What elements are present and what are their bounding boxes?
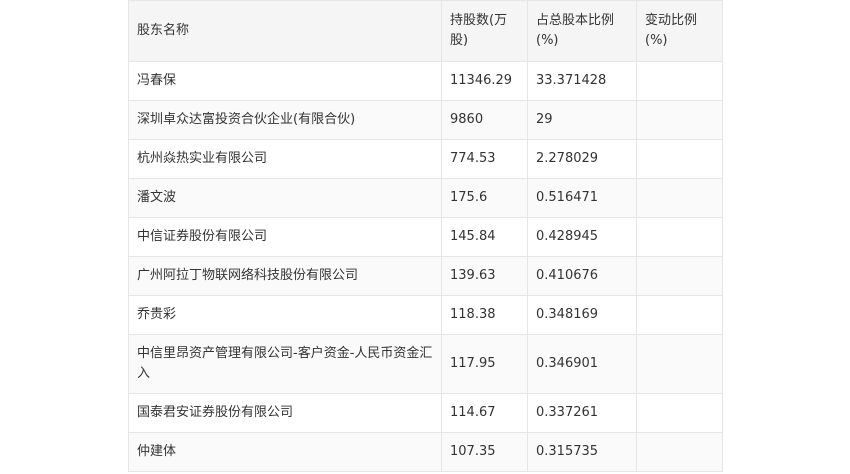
cell-shareholder-name: 国泰君安证券股份有限公司 bbox=[128, 393, 442, 433]
cell-ratio: 0.348169 bbox=[527, 295, 637, 335]
table-row: 潘文波 175.6 0.516471 bbox=[128, 178, 723, 218]
cell-ratio: 0.315735 bbox=[527, 432, 637, 472]
cell-shares: 175.6 bbox=[441, 178, 528, 218]
cell-change bbox=[636, 334, 723, 394]
cell-shareholder-name: 广州阿拉丁物联网络科技股份有限公司 bbox=[128, 256, 442, 296]
table-row: 杭州焱热实业有限公司 774.53 2.278029 bbox=[128, 139, 723, 179]
cell-shareholder-name: 仲建体 bbox=[128, 432, 442, 472]
cell-change bbox=[636, 139, 723, 179]
cell-shareholder-name: 深圳卓众达富投资合伙企业(有限合伙) bbox=[128, 100, 442, 140]
table-row: 国泰君安证券股份有限公司 114.67 0.337261 bbox=[128, 393, 723, 433]
shareholder-table: 股东名称 持股数(万股) 占总股本比例(%) 变动比例(%) 冯春保 11346… bbox=[128, 0, 723, 472]
cell-shareholder-name: 杭州焱热实业有限公司 bbox=[128, 139, 442, 179]
cell-change bbox=[636, 295, 723, 335]
header-change: 变动比例(%) bbox=[636, 0, 723, 62]
cell-shares: 139.63 bbox=[441, 256, 528, 296]
cell-shares: 117.95 bbox=[441, 334, 528, 394]
cell-ratio: 33.371428 bbox=[527, 61, 637, 101]
cell-ratio: 2.278029 bbox=[527, 139, 637, 179]
table-header-row: 股东名称 持股数(万股) 占总股本比例(%) 变动比例(%) bbox=[128, 0, 723, 62]
cell-ratio: 29 bbox=[527, 100, 637, 140]
cell-change bbox=[636, 100, 723, 140]
header-shares: 持股数(万股) bbox=[441, 0, 528, 62]
table-row: 乔贵彩 118.38 0.348169 bbox=[128, 295, 723, 335]
table-row: 深圳卓众达富投资合伙企业(有限合伙) 9860 29 bbox=[128, 100, 723, 140]
table-row: 中信证券股份有限公司 145.84 0.428945 bbox=[128, 217, 723, 257]
cell-shares: 11346.29 bbox=[441, 61, 528, 101]
cell-shareholder-name: 乔贵彩 bbox=[128, 295, 442, 335]
cell-shares: 774.53 bbox=[441, 139, 528, 179]
table-row: 冯春保 11346.29 33.371428 bbox=[128, 61, 723, 101]
table-row: 广州阿拉丁物联网络科技股份有限公司 139.63 0.410676 bbox=[128, 256, 723, 296]
cell-change bbox=[636, 393, 723, 433]
cell-shareholder-name: 冯春保 bbox=[128, 61, 442, 101]
cell-change bbox=[636, 432, 723, 472]
cell-ratio: 0.410676 bbox=[527, 256, 637, 296]
cell-change bbox=[636, 178, 723, 218]
cell-shares: 114.67 bbox=[441, 393, 528, 433]
cell-change bbox=[636, 61, 723, 101]
cell-ratio: 0.516471 bbox=[527, 178, 637, 218]
cell-ratio: 0.337261 bbox=[527, 393, 637, 433]
cell-shareholder-name: 潘文波 bbox=[128, 178, 442, 218]
cell-shareholder-name: 中信证券股份有限公司 bbox=[128, 217, 442, 257]
header-shareholder-name: 股东名称 bbox=[128, 0, 442, 62]
header-ratio: 占总股本比例(%) bbox=[527, 0, 637, 62]
cell-shares: 145.84 bbox=[441, 217, 528, 257]
cell-shares: 118.38 bbox=[441, 295, 528, 335]
shareholder-table-container: 股东名称 持股数(万股) 占总股本比例(%) 变动比例(%) 冯春保 11346… bbox=[128, 0, 723, 472]
cell-shares: 107.35 bbox=[441, 432, 528, 472]
cell-shareholder-name: 中信里昂资产管理有限公司-客户资金-人民币资金汇入 bbox=[128, 334, 442, 394]
cell-shares: 9860 bbox=[441, 100, 528, 140]
cell-change bbox=[636, 217, 723, 257]
table-row: 仲建体 107.35 0.315735 bbox=[128, 432, 723, 472]
cell-change bbox=[636, 256, 723, 296]
table-row: 中信里昂资产管理有限公司-客户资金-人民币资金汇入 117.95 0.34690… bbox=[128, 334, 723, 394]
cell-ratio: 0.428945 bbox=[527, 217, 637, 257]
cell-ratio: 0.346901 bbox=[527, 334, 637, 394]
